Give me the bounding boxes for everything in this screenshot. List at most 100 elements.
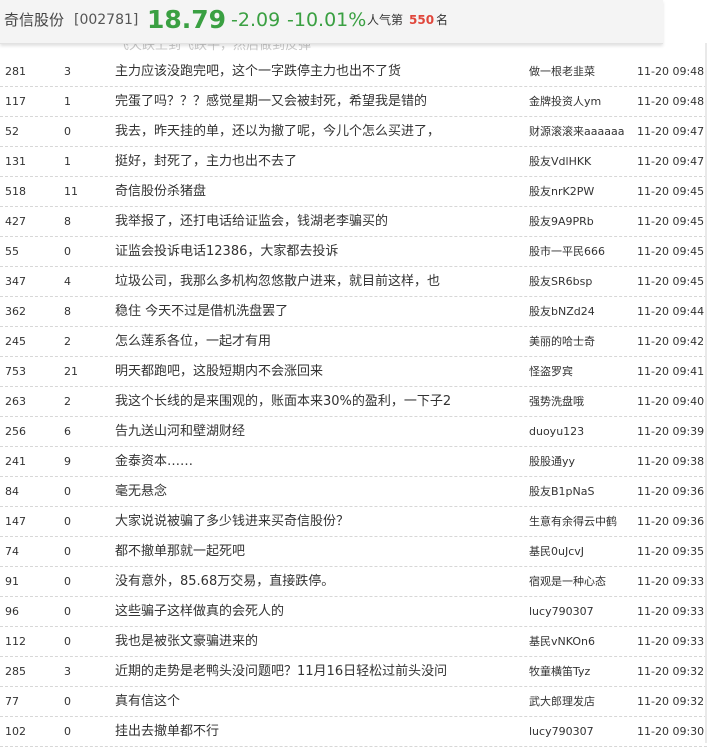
post-row: 753 21 明天都跑吧，这股短期内不会涨回来 怪盗罗宾 11-20 09:41 bbox=[0, 357, 707, 387]
post-title-link[interactable]: 真有信这个 bbox=[115, 687, 510, 716]
post-author-link[interactable]: lucy790307 bbox=[529, 717, 631, 746]
post-title-link[interactable]: 没有意外，85.68万交易，直接跌停。 bbox=[115, 567, 510, 596]
read-count: 362 bbox=[5, 305, 26, 318]
post-time: 11-20 09:48 bbox=[637, 65, 705, 78]
post-author-link[interactable]: 基民0uJcvJ bbox=[529, 537, 631, 566]
post-title-link[interactable]: 完蛋了吗？？？感觉星期一又会被封死，希望我是错的 bbox=[115, 87, 510, 116]
popularity-rank[interactable]: 550 bbox=[409, 0, 434, 40]
post-time: 11-20 09:45 bbox=[637, 275, 705, 288]
read-count: 147 bbox=[5, 515, 26, 528]
post-author-link[interactable]: 股友B1pNaS bbox=[529, 477, 631, 506]
post-author-link[interactable]: 股友9A9PRb bbox=[529, 207, 631, 236]
post-row: 147 0 大家说说被骗了多少钱进来买奇信股份？ 生意有余得云中鹤 11-20 09:3… bbox=[0, 507, 707, 537]
post-title-link[interactable]: 垃圾公司，我那么多机构忽悠散户进来，就目前这样，也 bbox=[115, 267, 510, 296]
post-time: 11-20 09:32 bbox=[637, 695, 705, 708]
reply-count: 0 bbox=[64, 515, 71, 528]
post-title-link[interactable]: 这些骗子这样做真的会死人的 bbox=[115, 597, 510, 626]
post-list: 281 3 主力应该没跑完吧，这个一字跌停主力也出不了货 做一根老韭菜 11-20 09… bbox=[0, 57, 707, 747]
post-title-link[interactable]: 稳住 今天不过是借机洗盘罢了 bbox=[115, 297, 510, 326]
post-time: 11-20 09:36 bbox=[637, 485, 705, 498]
post-author-link[interactable]: 美丽的哈士奇 bbox=[529, 327, 631, 356]
post-author-link[interactable]: 做一根老韭菜 bbox=[529, 57, 631, 86]
post-time: 11-20 09:38 bbox=[637, 455, 705, 468]
post-author-link[interactable]: 股股通yy bbox=[529, 447, 631, 476]
post-author-link[interactable]: 股友bNZd24 bbox=[529, 297, 631, 326]
post-time: 11-20 09:42 bbox=[637, 335, 705, 348]
post-time: 11-20 09:47 bbox=[637, 125, 705, 138]
read-count: 427 bbox=[5, 215, 26, 228]
post-row: 84 0 毫无悬念 股友B1pNaS 11-20 09:36 bbox=[0, 477, 707, 507]
post-author-link[interactable]: lucy790307 bbox=[529, 597, 631, 626]
post-time: 11-20 09:33 bbox=[637, 605, 705, 618]
reply-count: 0 bbox=[64, 725, 71, 738]
post-title-link[interactable]: 主力应该没跑完吧，这个一字跌停主力也出不了货 bbox=[115, 57, 510, 86]
post-row: 55 0 证监会投诉电话12386，大家都去投诉 股市一平民666 11-20 09:4… bbox=[0, 237, 707, 267]
post-row: 281 3 主力应该没跑完吧，这个一字跌停主力也出不了货 做一根老韭菜 11-20 09… bbox=[0, 57, 707, 87]
post-time: 11-20 09:44 bbox=[637, 305, 705, 318]
price-change-percent: -10.01% bbox=[287, 9, 367, 31]
post-author-link[interactable]: 股友SR6bsp bbox=[529, 267, 631, 296]
post-title-link[interactable]: 明天都跑吧，这股短期内不会涨回来 bbox=[115, 357, 510, 386]
post-row: 427 8 我举报了，还打电话给证监会，钱湖老李骗买的 股友9A9PRb 11-20 0… bbox=[0, 207, 707, 237]
post-row: 518 11 奇信股份杀猪盘 股友nrK2PW 11-20 09:45 bbox=[0, 177, 707, 207]
post-author-link[interactable]: 强势洗盘哦 bbox=[529, 387, 631, 416]
post-title-link[interactable]: 都不撤单那就一起死吧 bbox=[115, 537, 510, 566]
post-author-link[interactable]: 牧童横笛Tyz bbox=[529, 657, 631, 686]
read-count: 281 bbox=[5, 65, 26, 78]
read-count: 91 bbox=[5, 575, 19, 588]
post-author-link[interactable]: 生意有余得云中鹤 bbox=[529, 507, 631, 536]
post-row: 245 2 怎么莲系各位，一起才有用 美丽的哈士奇 11-20 09:42 bbox=[0, 327, 707, 357]
post-title-link[interactable]: 金泰资本…… bbox=[115, 447, 510, 476]
post-row: 241 9 金泰资本…… 股股通yy 11-20 09:38 bbox=[0, 447, 707, 477]
post-row: 96 0 这些骗子这样做真的会死人的 lucy790307 11-20 09:33 bbox=[0, 597, 707, 627]
post-row: 285 3 近期的走势是老鸭头没问题吧？11月16日轻松过前头没问 牧童横笛Tyz 11… bbox=[0, 657, 707, 687]
reply-count: 0 bbox=[64, 635, 71, 648]
post-time: 11-20 09:45 bbox=[637, 215, 705, 228]
post-author-link[interactable]: 怪盗罗宾 bbox=[529, 357, 631, 386]
reply-count: 0 bbox=[64, 605, 71, 618]
reply-count: 8 bbox=[64, 215, 71, 228]
post-title-link[interactable]: 我也是被张文豪骗进来的 bbox=[115, 627, 510, 656]
post-time: 11-20 09:40 bbox=[637, 395, 705, 408]
post-time: 11-20 09:36 bbox=[637, 515, 705, 528]
post-row: 256 6 告九送山河和壁湖财经 duoyu123 11-20 09:39 bbox=[0, 417, 707, 447]
post-author-link[interactable]: 股友nrK2PW bbox=[529, 177, 631, 206]
reply-count: 2 bbox=[64, 335, 71, 348]
reply-count: 1 bbox=[64, 95, 71, 108]
post-author-link[interactable]: duoyu123 bbox=[529, 417, 631, 446]
post-title-link[interactable]: 奇信股份杀猪盘 bbox=[115, 177, 510, 206]
post-title-link[interactable]: 挂出去撤单都不行 bbox=[115, 717, 510, 746]
partially-hidden-row: 飞天跌上到飞跌平，然后做到反弹 bbox=[0, 43, 707, 57]
post-author-link[interactable]: 财源滚滚来aaaaaa bbox=[529, 117, 631, 146]
post-author-link[interactable]: 股市一平民666 bbox=[529, 237, 631, 266]
post-title-link[interactable]: 近期的走势是老鸭头没问题吧？11月16日轻松过前头没问 bbox=[115, 657, 510, 686]
post-title-link[interactable]: 我举报了，还打电话给证监会，钱湖老李骗买的 bbox=[115, 207, 510, 236]
post-title-link[interactable]: 我去，昨天挂的单，还以为撤了呢，今儿个怎么买进了， bbox=[115, 117, 510, 146]
post-author-link[interactable]: 宿观是一种心态 bbox=[529, 567, 631, 596]
stock-header: 奇信股份 [002781] 18.79 -2.09 -10.01% 人气第 55… bbox=[0, 0, 663, 44]
post-row: 131 1 挺好，封死了，主力也出不去了 股友VdlHKK 11-20 09:47 bbox=[0, 147, 707, 177]
post-time: 11-20 09:48 bbox=[637, 95, 705, 108]
popularity-label: 人气第 bbox=[367, 13, 404, 27]
stock-name[interactable]: 奇信股份 bbox=[4, 0, 64, 40]
post-title-link[interactable]: 我这个长线的是来围观的，账面本来30%的盈利，一下子2 bbox=[115, 387, 510, 416]
reply-count: 0 bbox=[64, 695, 71, 708]
reply-count: 0 bbox=[64, 485, 71, 498]
reply-count: 8 bbox=[64, 305, 71, 318]
post-title-link[interactable]: 挺好，封死了，主力也出不去了 bbox=[115, 147, 510, 176]
reply-count: 21 bbox=[64, 365, 78, 378]
post-author-link[interactable]: 股友VdlHKK bbox=[529, 147, 631, 176]
reply-count: 0 bbox=[64, 545, 71, 558]
post-title-link[interactable]: 告九送山河和壁湖财经 bbox=[115, 417, 510, 446]
reply-count: 0 bbox=[64, 575, 71, 588]
post-title-link[interactable]: 证监会投诉电话12386，大家都去投诉 bbox=[115, 237, 510, 266]
read-count: 245 bbox=[5, 335, 26, 348]
post-author-link[interactable]: 武大郎理发店 bbox=[529, 687, 631, 716]
post-author-link[interactable]: 基民vNKOn6 bbox=[529, 627, 631, 656]
post-title-link[interactable]: 怎么莲系各位，一起才有用 bbox=[115, 327, 510, 356]
post-author-link[interactable]: 金牌投资人ym bbox=[529, 87, 631, 116]
post-title-link[interactable]: 大家说说被骗了多少钱进来买奇信股份？ bbox=[115, 507, 510, 536]
post-row: 52 0 我去，昨天挂的单，还以为撤了呢，今儿个怎么买进了， 财源滚滚来aaaaaa 1… bbox=[0, 117, 707, 147]
post-title-link[interactable]: 毫无悬念 bbox=[115, 477, 510, 506]
stock-price: 18.79 bbox=[147, 5, 227, 34]
